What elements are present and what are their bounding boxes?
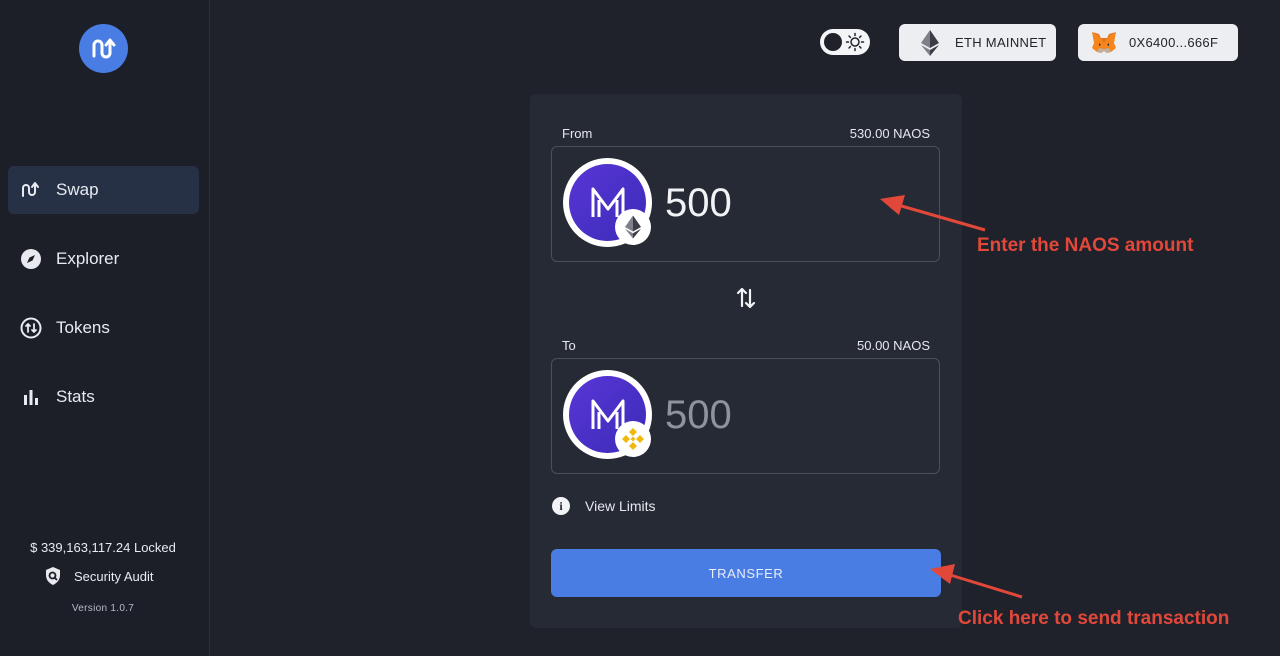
annotation-click-here: Click here to send transaction [958, 608, 1230, 629]
total-locked-value: $ 339,163,117.24 Locked [30, 540, 176, 555]
ethereum-badge-icon [615, 209, 651, 245]
sidebar-item-stats[interactable]: Stats [8, 373, 199, 421]
app-logo-icon[interactable] [79, 24, 128, 73]
security-audit-link[interactable]: Security Audit [44, 566, 154, 586]
transfer-button[interactable]: TRANSFER [551, 549, 941, 597]
sidebar-item-tokens[interactable]: Tokens [8, 304, 199, 352]
sun-icon [844, 31, 866, 53]
to-balance: 50.00 NAOS [857, 338, 930, 353]
wallet-address-label: 0X6400...666F [1129, 35, 1219, 50]
security-audit-label: Security Audit [74, 568, 154, 584]
from-amount-input[interactable]: 500 [665, 181, 732, 226]
tokens-icon [20, 317, 42, 339]
info-icon: i [552, 497, 570, 515]
sidebar-item-label: Tokens [56, 318, 110, 337]
sidebar: Swap Explorer Tokens Stats $ 339,163,117… [0, 0, 210, 656]
bar-chart-icon [20, 386, 42, 408]
shield-icon [44, 566, 62, 586]
sidebar-nav: Swap Explorer Tokens Stats [8, 166, 199, 442]
view-limits-label: View Limits [585, 498, 656, 514]
network-selector-button[interactable]: ETH MAINNET [899, 24, 1056, 61]
compass-icon [20, 248, 42, 270]
toggle-knob [824, 33, 842, 51]
app-version: Version 1.0.7 [71, 603, 135, 614]
view-limits-link[interactable]: i View Limits [552, 497, 656, 515]
swap-icon [20, 179, 42, 201]
sidebar-item-label: Stats [56, 387, 95, 406]
theme-toggle[interactable] [820, 29, 870, 55]
to-label: To [562, 338, 576, 353]
ethereum-icon [917, 29, 943, 56]
sidebar-item-swap[interactable]: Swap [8, 166, 199, 214]
from-amount-box[interactable]: 500 [551, 146, 940, 262]
metamask-fox-icon [1091, 30, 1117, 56]
swap-direction-icon[interactable] [734, 285, 758, 311]
wallet-address-button[interactable]: 0X6400...666F [1078, 24, 1238, 61]
sidebar-item-label: Explorer [56, 249, 120, 268]
binance-badge-icon [615, 421, 651, 457]
sidebar-item-explorer[interactable]: Explorer [8, 235, 199, 283]
network-label: ETH MAINNET [955, 35, 1047, 50]
from-label: From [562, 126, 593, 141]
annotation-enter-amount: Enter the NAOS amount [977, 235, 1194, 256]
sidebar-item-label: Swap [56, 180, 99, 199]
from-balance: 530.00 NAOS [849, 126, 930, 141]
to-amount-box[interactable]: 500 [551, 358, 940, 474]
swap-card: From 530.00 NAOS 500 To 50.00 NAOS 500 i… [530, 94, 962, 628]
to-amount-output[interactable]: 500 [665, 393, 732, 438]
